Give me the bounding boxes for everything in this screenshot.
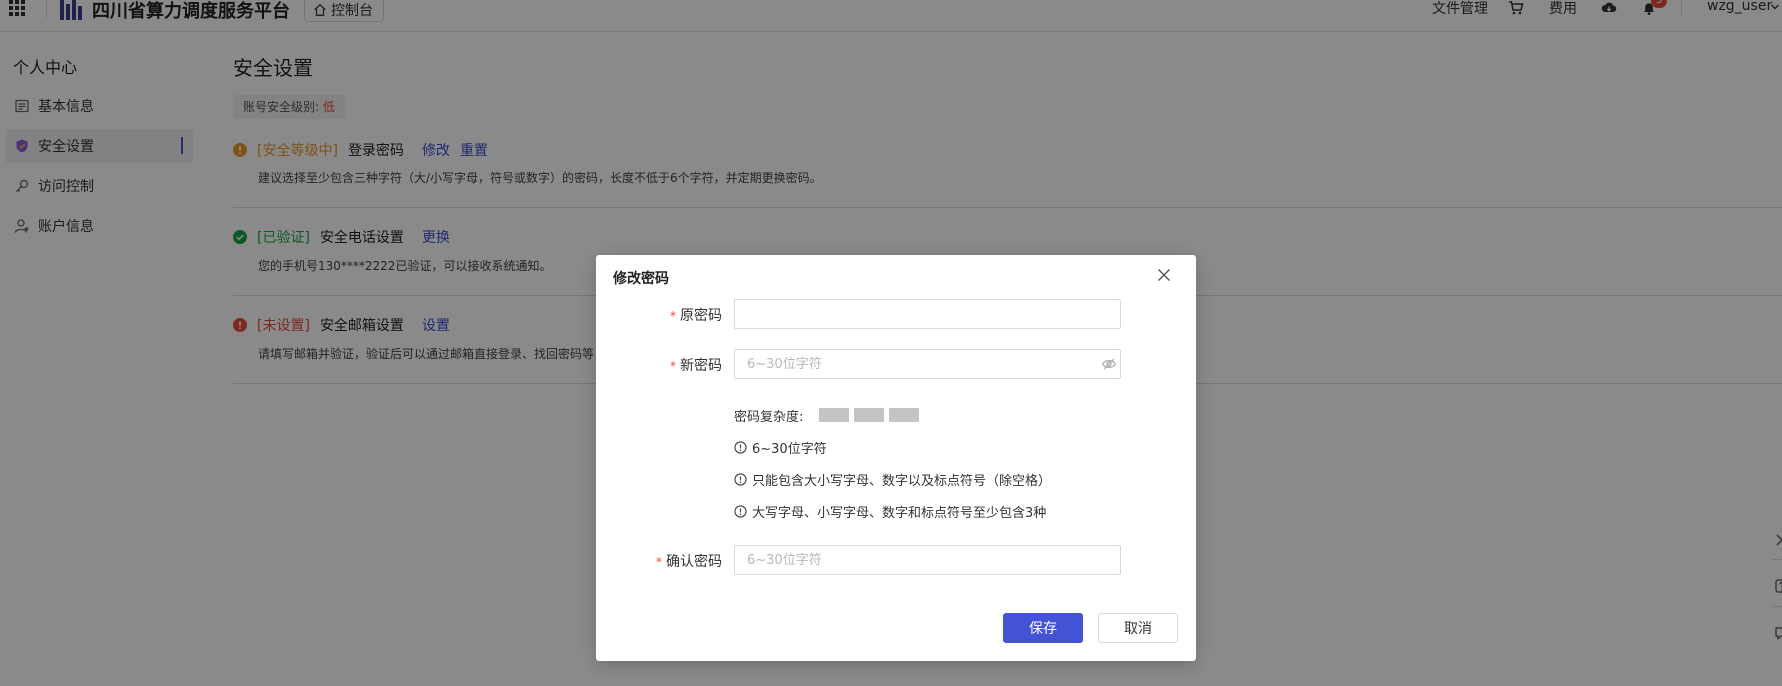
new-password-label: * 新密码	[670, 358, 722, 374]
old-password-input[interactable]	[734, 299, 1121, 329]
close-icon[interactable]	[1156, 267, 1172, 283]
password-rule: 6~30位字符	[734, 438, 827, 457]
password-rule: 只能包含大小写字母、数字以及标点符号（除空格）	[734, 470, 1051, 489]
required-mark: *	[656, 555, 662, 569]
password-rule: 大写字母、小写字母、数字和标点符号至少包含3种	[734, 502, 1046, 521]
info-icon	[734, 505, 747, 518]
eye-off-icon[interactable]	[1101, 356, 1117, 372]
strength-label: 密码复杂度:	[734, 410, 804, 425]
strength-bar	[854, 408, 884, 422]
dialog-title: 修改密码	[613, 271, 669, 287]
strength-bar	[819, 408, 849, 422]
strength-bar	[889, 408, 919, 422]
save-button[interactable]: 保存	[1003, 613, 1083, 643]
required-mark: *	[670, 309, 676, 323]
old-password-label: * 原密码	[670, 308, 722, 324]
info-icon	[734, 441, 747, 454]
info-icon	[734, 473, 747, 486]
new-password-input[interactable]	[734, 349, 1121, 379]
confirm-password-input[interactable]	[734, 545, 1121, 575]
change-password-dialog: 修改密码 * 原密码 * 新密码 密码复杂度: 6~30位字符 只能包含大小写字母、…	[596, 255, 1196, 661]
confirm-password-label: * 确认密码	[656, 554, 722, 570]
cancel-button[interactable]: 取消	[1098, 613, 1178, 643]
required-mark: *	[670, 359, 676, 373]
